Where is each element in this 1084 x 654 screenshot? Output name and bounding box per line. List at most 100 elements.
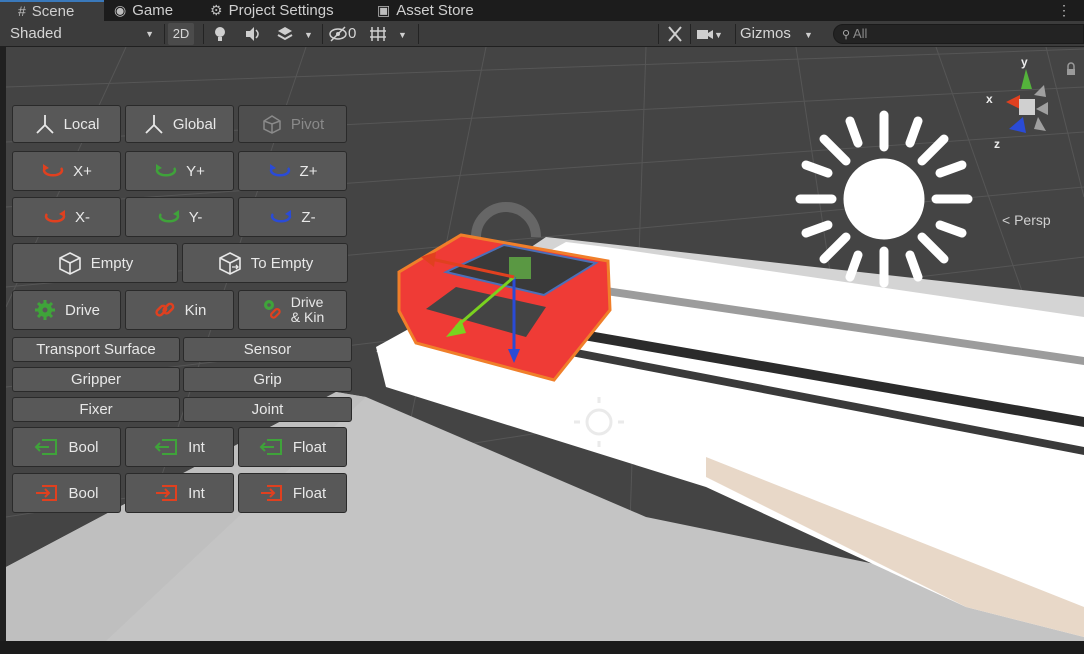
- drive-and-kin-line1: Drive: [290, 294, 324, 310]
- input-float-button[interactable]: Float: [238, 427, 347, 467]
- toolbar-divider: [735, 24, 736, 44]
- output-bool-label: Bool: [68, 484, 99, 502]
- local-button[interactable]: Local: [12, 105, 121, 143]
- toolbar-divider: [322, 24, 323, 44]
- transport-surface-button[interactable]: Transport Surface: [12, 337, 180, 362]
- center-cube-icon[interactable]: [1019, 99, 1035, 115]
- neg-x-cone-icon[interactable]: [1036, 102, 1048, 115]
- tools-icon: [668, 26, 682, 42]
- to-empty-button[interactable]: To Empty: [182, 243, 348, 283]
- y-cone-icon[interactable]: [1021, 69, 1032, 89]
- grip-label: Grip: [253, 371, 282, 388]
- drive-label: Drive: [64, 301, 100, 319]
- x-axis-label: x: [986, 92, 993, 106]
- rotate-x-minus-button[interactable]: X-: [12, 197, 121, 237]
- toolbar-divider: [164, 24, 165, 44]
- 2d-toggle-button[interactable]: 2D: [168, 23, 194, 45]
- drive-button[interactable]: Drive: [12, 290, 121, 330]
- fixer-button[interactable]: Fixer: [12, 397, 180, 422]
- rotate-z-minus-button[interactable]: Z-: [238, 197, 347, 237]
- global-button[interactable]: Global: [125, 105, 234, 143]
- rotate-z-plus-button[interactable]: Z+: [238, 151, 347, 191]
- create-empty-button[interactable]: Empty: [12, 243, 178, 283]
- scene-search-input[interactable]: ⚲ All: [833, 24, 1084, 44]
- joint-label: Joint: [251, 401, 284, 418]
- projection-toggle[interactable]: < Persp: [1002, 212, 1051, 228]
- neg-z-cone-icon[interactable]: [1034, 85, 1046, 97]
- camera-settings-dropdown[interactable]: ▼: [696, 23, 732, 45]
- rotate-x-plus-button[interactable]: X+: [12, 151, 121, 191]
- scene-viewport[interactable]: y x z < Persp Local Global Pivot X+ Y+ Z…: [6, 47, 1084, 641]
- rotate-x-plus-label: X+: [73, 162, 92, 180]
- output-int-button[interactable]: Int: [125, 473, 234, 513]
- effects-dropdown[interactable]: ▼: [304, 23, 320, 45]
- audio-toggle-button[interactable]: [244, 23, 264, 45]
- rotate-z-icon: [269, 164, 290, 177]
- tab-asset-store[interactable]: ▣ Asset Store: [377, 0, 474, 21]
- more-options-icon[interactable]: ⋮: [1057, 2, 1071, 19]
- signal-in-icon: [259, 439, 282, 455]
- bag-icon: ▣: [377, 2, 391, 18]
- toolbar-divider: [203, 24, 204, 44]
- toolbar-divider: [418, 24, 419, 44]
- effects-toggle-button[interactable]: [276, 23, 296, 45]
- cart-wheel: [471, 202, 541, 238]
- signal-in-icon: [154, 439, 178, 455]
- rotate-x-icon: [42, 164, 64, 177]
- rotate-y-icon: [155, 164, 177, 177]
- layers-icon: [277, 27, 293, 41]
- hidden-objects-count: 0: [348, 25, 357, 42]
- grip-button[interactable]: Grip: [183, 367, 352, 392]
- output-float-button[interactable]: Float: [238, 473, 347, 513]
- input-bool-button[interactable]: Bool: [12, 427, 121, 467]
- gizmos-dropdown[interactable]: ▼: [804, 23, 820, 45]
- toolbar-divider: [690, 24, 691, 44]
- gear-chain-icon: [263, 300, 281, 319]
- window-tab-bar: # Scene ◉ Game ⚙ Project Settings ▣ Asse…: [0, 0, 1084, 21]
- tab-game[interactable]: ◉ Game: [114, 0, 173, 21]
- gizmos-button[interactable]: Gizmos: [740, 23, 798, 45]
- tab-scene[interactable]: # Scene: [0, 0, 104, 21]
- y-axis-label: y: [1021, 55, 1028, 69]
- drive-and-kin-button[interactable]: Drive & Kin: [238, 290, 347, 330]
- rotate-y-icon: [158, 210, 179, 223]
- grid-snap-icon: [370, 27, 386, 41]
- lock-icon[interactable]: [1067, 62, 1075, 75]
- z-cone-icon[interactable]: [1009, 117, 1026, 133]
- rotate-z-plus-label: Z+: [299, 162, 318, 180]
- cube-icon: [58, 252, 81, 275]
- lighting-toggle-button[interactable]: [212, 23, 232, 45]
- z-axis-label: z: [994, 137, 1000, 151]
- tab-project-settings-label: Project Settings: [228, 2, 334, 19]
- x-cone-icon[interactable]: [1006, 95, 1020, 109]
- signal-out-icon: [36, 485, 58, 501]
- orientation-gizmo[interactable]: [1006, 69, 1048, 133]
- neg-y-cone-icon[interactable]: [1034, 117, 1046, 131]
- camera-icon: [697, 30, 713, 39]
- toolbar-divider: [658, 24, 659, 44]
- grid-snap-toggle[interactable]: [368, 23, 390, 45]
- scene-visibility-toggle[interactable]: 0: [328, 23, 362, 45]
- sensor-button[interactable]: Sensor: [183, 337, 352, 362]
- tab-project-settings[interactable]: ⚙ Project Settings: [210, 0, 334, 21]
- output-int-label: Int: [188, 484, 205, 502]
- input-int-button[interactable]: Int: [125, 427, 234, 467]
- tools-button[interactable]: [666, 23, 686, 45]
- rotate-y-minus-button[interactable]: Y-: [125, 197, 234, 237]
- output-bool-button[interactable]: Bool: [12, 473, 121, 513]
- signal-out-icon: [260, 485, 282, 501]
- scene-toolbar: Shaded ▼ 2D ▼ 0 ▼ ▼ Gizmos ▼ ⚲ All: [0, 21, 1084, 47]
- joint-button[interactable]: Joint: [183, 397, 352, 422]
- shading-mode-dropdown[interactable]: Shaded ▼: [10, 23, 160, 45]
- drive-and-kin-line2: & Kin: [290, 309, 325, 325]
- tab-scene-label: Scene: [31, 3, 75, 20]
- grid-dropdown[interactable]: ▼: [398, 23, 414, 45]
- rotate-z-icon: [271, 210, 292, 223]
- directional-light-icon[interactable]: [795, 110, 973, 288]
- chevron-down-icon: ▼: [804, 30, 813, 40]
- rotate-y-plus-button[interactable]: Y+: [125, 151, 234, 191]
- kinematic-button[interactable]: Kin: [125, 290, 234, 330]
- gripper-button[interactable]: Gripper: [12, 367, 180, 392]
- chevron-left-icon: <: [1002, 212, 1011, 228]
- pivot-button[interactable]: Pivot: [238, 105, 347, 143]
